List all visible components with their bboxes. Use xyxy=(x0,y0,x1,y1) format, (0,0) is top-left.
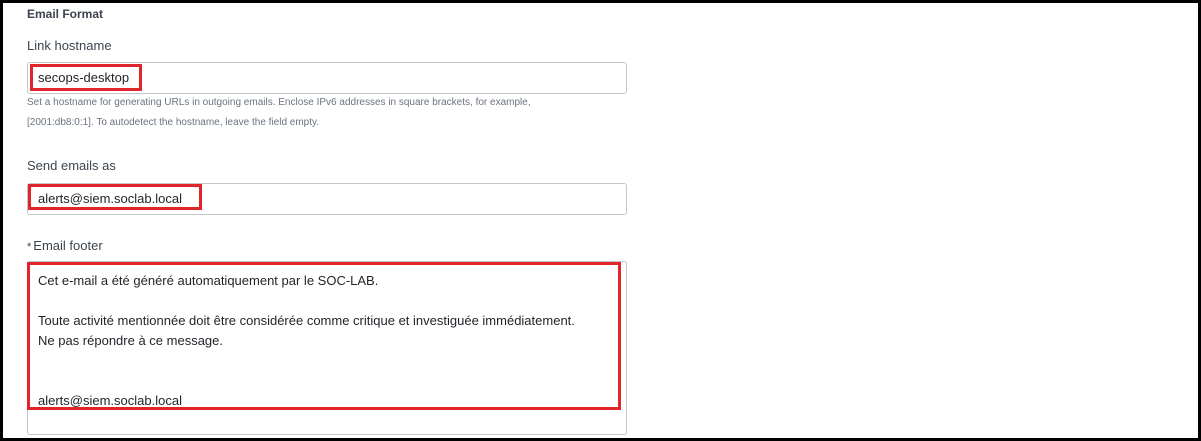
send-emails-as-input[interactable]: alerts@siem.soclab.local xyxy=(27,183,627,215)
email-footer-textarea[interactable]: Cet e-mail a été généré automatiquement … xyxy=(27,261,627,435)
footer-line: Ne pas répondre à ce message. xyxy=(38,333,223,348)
link-hostname-help: Set a hostname for generating URLs in ou… xyxy=(27,93,627,133)
link-hostname-help-line-1: Set a hostname for generating URLs in ou… xyxy=(27,97,531,108)
screenshot-frame: Email Format Link hostname secops-deskto… xyxy=(0,0,1201,441)
send-emails-as-label: Send emails as xyxy=(27,158,116,173)
footer-line xyxy=(38,291,616,311)
email-footer-label-row: * Email footer xyxy=(27,238,103,253)
footer-line xyxy=(38,371,616,391)
link-hostname-input[interactable]: secops-desktop xyxy=(27,62,627,94)
section-title: Email Format xyxy=(27,7,104,21)
footer-line: alerts@siem.soclab.local xyxy=(38,393,182,408)
footer-line: Cet e-mail a été généré automatiquement … xyxy=(38,273,379,288)
footer-line: Toute activité mentionnée doit être cons… xyxy=(38,313,575,328)
link-hostname-help-line-2: [2001:db8:0:1]. To autodetect the hostna… xyxy=(27,117,320,128)
footer-line xyxy=(38,351,616,371)
email-footer-label: Email footer xyxy=(33,238,103,253)
required-marker: * xyxy=(27,241,32,253)
link-hostname-label: Link hostname xyxy=(27,38,112,53)
